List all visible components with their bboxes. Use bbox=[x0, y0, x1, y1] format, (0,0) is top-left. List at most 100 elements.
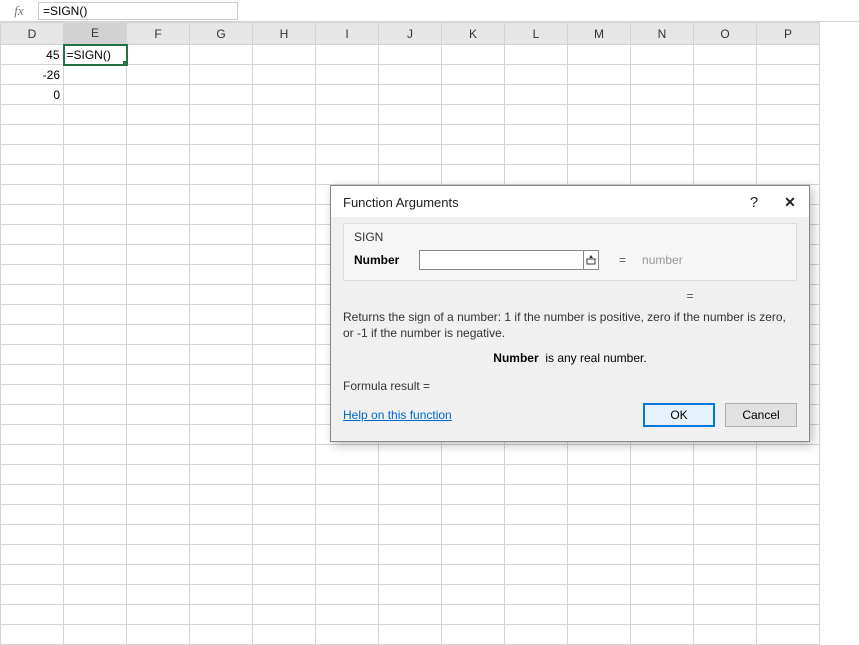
cell-F11[interactable] bbox=[127, 245, 190, 265]
cell-O30[interactable] bbox=[694, 625, 757, 645]
cell-I29[interactable] bbox=[316, 605, 379, 625]
cell-P7[interactable] bbox=[757, 165, 820, 185]
cell-H15[interactable] bbox=[253, 325, 316, 345]
cell-J2[interactable] bbox=[379, 65, 442, 85]
cell-D23[interactable] bbox=[1, 485, 64, 505]
cell-J23[interactable] bbox=[379, 485, 442, 505]
cell-H13[interactable] bbox=[253, 285, 316, 305]
cell-F4[interactable] bbox=[127, 105, 190, 125]
cell-D1[interactable]: 45 bbox=[1, 45, 64, 65]
cell-F1[interactable] bbox=[127, 45, 190, 65]
cell-L23[interactable] bbox=[505, 485, 568, 505]
cell-E7[interactable] bbox=[64, 165, 127, 185]
cell-E10[interactable] bbox=[64, 225, 127, 245]
cell-F20[interactable] bbox=[127, 425, 190, 445]
cell-L24[interactable] bbox=[505, 505, 568, 525]
column-header-M[interactable]: M bbox=[568, 23, 631, 45]
cell-M25[interactable] bbox=[568, 525, 631, 545]
cell-G29[interactable] bbox=[190, 605, 253, 625]
cell-K26[interactable] bbox=[442, 545, 505, 565]
cell-D11[interactable] bbox=[1, 245, 64, 265]
cell-H2[interactable] bbox=[253, 65, 316, 85]
cell-G18[interactable] bbox=[190, 385, 253, 405]
cell-K3[interactable] bbox=[442, 85, 505, 105]
cell-J6[interactable] bbox=[379, 145, 442, 165]
cell-I2[interactable] bbox=[316, 65, 379, 85]
cell-E26[interactable] bbox=[64, 545, 127, 565]
cell-H6[interactable] bbox=[253, 145, 316, 165]
cell-M27[interactable] bbox=[568, 565, 631, 585]
cell-O6[interactable] bbox=[694, 145, 757, 165]
cell-E27[interactable] bbox=[64, 565, 127, 585]
cell-N4[interactable] bbox=[631, 105, 694, 125]
cell-H26[interactable] bbox=[253, 545, 316, 565]
cell-I1[interactable] bbox=[316, 45, 379, 65]
cell-J26[interactable] bbox=[379, 545, 442, 565]
cell-L4[interactable] bbox=[505, 105, 568, 125]
cell-M23[interactable] bbox=[568, 485, 631, 505]
cell-D18[interactable] bbox=[1, 385, 64, 405]
cell-D4[interactable] bbox=[1, 105, 64, 125]
cell-M28[interactable] bbox=[568, 585, 631, 605]
cell-F28[interactable] bbox=[127, 585, 190, 605]
cell-D5[interactable] bbox=[1, 125, 64, 145]
cell-D27[interactable] bbox=[1, 565, 64, 585]
cell-N3[interactable] bbox=[631, 85, 694, 105]
cell-G10[interactable] bbox=[190, 225, 253, 245]
dialog-titlebar[interactable]: Function Arguments ? ✕ bbox=[331, 186, 809, 217]
cell-O28[interactable] bbox=[694, 585, 757, 605]
cell-F2[interactable] bbox=[127, 65, 190, 85]
cell-D19[interactable] bbox=[1, 405, 64, 425]
cell-G17[interactable] bbox=[190, 365, 253, 385]
cell-F17[interactable] bbox=[127, 365, 190, 385]
cell-H18[interactable] bbox=[253, 385, 316, 405]
column-header-N[interactable]: N bbox=[631, 23, 694, 45]
cell-N25[interactable] bbox=[631, 525, 694, 545]
column-header-L[interactable]: L bbox=[505, 23, 568, 45]
cell-D25[interactable] bbox=[1, 525, 64, 545]
cell-J21[interactable] bbox=[379, 445, 442, 465]
cell-G15[interactable] bbox=[190, 325, 253, 345]
cell-N1[interactable] bbox=[631, 45, 694, 65]
cell-K21[interactable] bbox=[442, 445, 505, 465]
cell-E2[interactable] bbox=[64, 65, 127, 85]
cell-G12[interactable] bbox=[190, 265, 253, 285]
cell-K28[interactable] bbox=[442, 585, 505, 605]
cell-H1[interactable] bbox=[253, 45, 316, 65]
cell-M7[interactable] bbox=[568, 165, 631, 185]
cell-K22[interactable] bbox=[442, 465, 505, 485]
cell-L28[interactable] bbox=[505, 585, 568, 605]
cell-N2[interactable] bbox=[631, 65, 694, 85]
cell-G2[interactable] bbox=[190, 65, 253, 85]
cell-L6[interactable] bbox=[505, 145, 568, 165]
cell-D6[interactable] bbox=[1, 145, 64, 165]
cell-E20[interactable] bbox=[64, 425, 127, 445]
cell-K23[interactable] bbox=[442, 485, 505, 505]
cell-P26[interactable] bbox=[757, 545, 820, 565]
cell-H9[interactable] bbox=[253, 205, 316, 225]
cell-D10[interactable] bbox=[1, 225, 64, 245]
cell-N22[interactable] bbox=[631, 465, 694, 485]
column-header-H[interactable]: H bbox=[253, 23, 316, 45]
cell-J25[interactable] bbox=[379, 525, 442, 545]
cell-F26[interactable] bbox=[127, 545, 190, 565]
cell-M29[interactable] bbox=[568, 605, 631, 625]
cell-I30[interactable] bbox=[316, 625, 379, 645]
cell-K1[interactable] bbox=[442, 45, 505, 65]
cell-O23[interactable] bbox=[694, 485, 757, 505]
cell-D15[interactable] bbox=[1, 325, 64, 345]
cell-E17[interactable] bbox=[64, 365, 127, 385]
cell-O5[interactable] bbox=[694, 125, 757, 145]
cell-J28[interactable] bbox=[379, 585, 442, 605]
cell-H14[interactable] bbox=[253, 305, 316, 325]
cell-G6[interactable] bbox=[190, 145, 253, 165]
cell-O26[interactable] bbox=[694, 545, 757, 565]
cell-E5[interactable] bbox=[64, 125, 127, 145]
cell-O1[interactable] bbox=[694, 45, 757, 65]
cell-O22[interactable] bbox=[694, 465, 757, 485]
cell-I26[interactable] bbox=[316, 545, 379, 565]
cell-M6[interactable] bbox=[568, 145, 631, 165]
cell-D30[interactable] bbox=[1, 625, 64, 645]
cell-P29[interactable] bbox=[757, 605, 820, 625]
cell-M26[interactable] bbox=[568, 545, 631, 565]
